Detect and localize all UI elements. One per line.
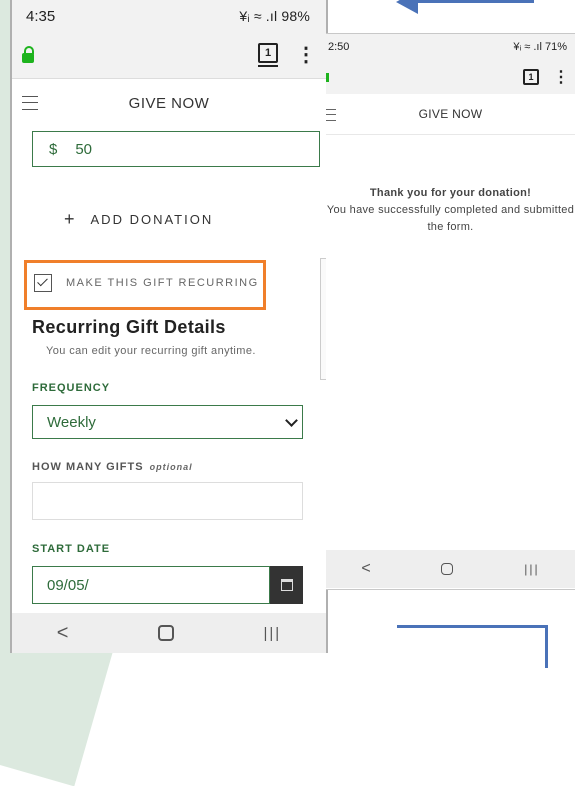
phone-right: 2:50 ¥ᵢ ≈ .ıl 71% 1 ⋮ GIVE NOW Thank you… [326, 33, 575, 590]
optional-tag: optional [149, 462, 193, 472]
status-bar: 4:35 ¥ᵢ ≈ .ıl 98% [12, 0, 326, 32]
status-bar: 2:50 ¥ᵢ ≈ .ıl 71% [326, 34, 575, 60]
chevron-down-icon [285, 413, 298, 427]
amount-input[interactable]: $ 50 [32, 131, 320, 167]
home-icon[interactable] [157, 625, 174, 641]
start-date-value: 09/05/ [47, 576, 89, 594]
page-header: GIVE NOW [12, 78, 326, 128]
tab-count: 1 [258, 43, 278, 63]
page-title: GIVE NOW [418, 107, 483, 121]
recent-apps-icon[interactable]: ||| [264, 625, 282, 642]
start-date-label: START DATE [32, 543, 111, 555]
back-icon[interactable]: < [361, 560, 370, 578]
add-donation-label: ADD DONATION [90, 212, 214, 227]
confirmation-heading: Thank you for your donation! [369, 187, 532, 199]
tabs-button[interactable]: 1 [258, 43, 278, 67]
recurring-checkbox-row[interactable]: MAKE THIS GIFT RECURRING [34, 274, 259, 292]
add-donation-button[interactable]: + ADD DONATION [64, 209, 213, 230]
how-many-gifts-text: HOW MANY GIFTS [32, 461, 144, 473]
more-menu-icon[interactable]: ⋮ [553, 67, 569, 87]
how-many-gifts-input[interactable] [32, 482, 303, 520]
frequency-select[interactable]: Weekly [32, 405, 303, 439]
browser-toolbar: 1 ⋮ [12, 32, 326, 78]
page-header: GIVE NOW [326, 94, 575, 135]
annotation-arrow [396, 0, 534, 14]
browser-toolbar: 1 ⋮ [326, 60, 575, 94]
more-menu-icon[interactable]: ⋮ [296, 45, 316, 65]
plus-icon: + [64, 209, 77, 229]
section-title: Recurring Gift Details [32, 317, 226, 337]
confirmation-message: Thank you for your donation! You have su… [326, 185, 575, 236]
page-title: GIVE NOW [128, 94, 210, 112]
confirmation-body: You have successfully completed and subm… [326, 204, 575, 233]
status-time: 2:50 [328, 41, 350, 53]
recurring-checkbox-label: MAKE THIS GIFT RECURRING [66, 277, 259, 289]
home-icon[interactable] [441, 563, 454, 575]
annotation-frame [397, 625, 548, 668]
android-nav-bar: < ||| [326, 550, 575, 588]
back-icon[interactable]: < [57, 622, 69, 645]
lock-icon [22, 46, 34, 63]
hamburger-menu-icon[interactable] [326, 109, 336, 121]
section-subtitle: You can edit your recurring gift anytime… [46, 345, 256, 357]
amount-value: 50 [75, 140, 93, 158]
android-nav-bar: < ||| [12, 613, 326, 653]
status-time: 4:35 [26, 7, 56, 25]
lock-icon [326, 72, 329, 82]
frequency-label: FREQUENCY [32, 382, 111, 394]
hamburger-menu-icon[interactable] [22, 96, 38, 110]
recent-apps-icon[interactable]: ||| [524, 562, 539, 576]
donation-form: $ 50 + ADD DONATION MAKE THIS GIFT RECUR… [12, 127, 326, 613]
status-icons: ¥ᵢ ≈ .ıl 98% [239, 8, 310, 24]
calendar-icon [280, 579, 293, 591]
recurring-checkbox[interactable] [34, 274, 52, 292]
status-icons: ¥ᵢ ≈ .ıl 71% [513, 41, 567, 53]
tab-count[interactable]: 1 [523, 69, 539, 85]
calendar-button[interactable] [270, 566, 303, 604]
how-many-gifts-label: HOW MANY GIFTS optional [32, 461, 193, 473]
currency-symbol: $ [49, 140, 58, 158]
frequency-value: Weekly [47, 413, 96, 431]
phone-left: 4:35 ¥ᵢ ≈ .ıl 98% 1 ⋮ GIVE NOW $ 50 + AD… [10, 0, 328, 653]
start-date-input[interactable]: 09/05/ [32, 566, 270, 604]
